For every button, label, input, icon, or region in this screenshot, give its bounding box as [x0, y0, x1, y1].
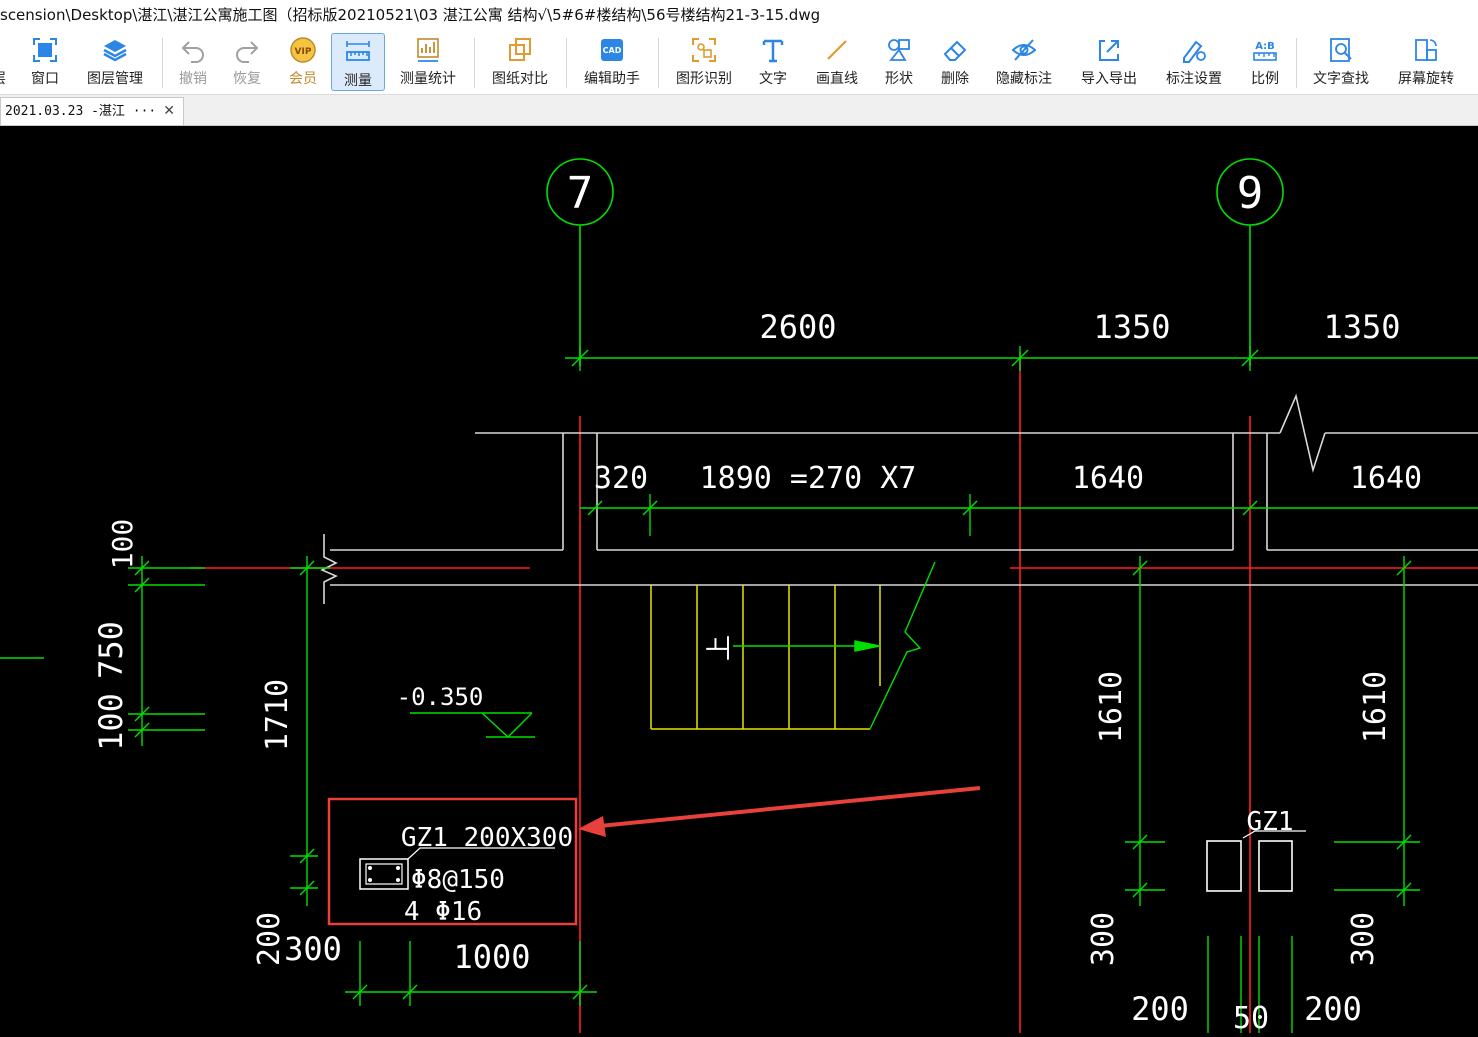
window-title: scension\Desktop\湛江\湛江公寓施工图（招标版20210521\…: [0, 0, 1478, 30]
column-gz1-tag: GZ1: [1206, 807, 1306, 892]
text-icon: [750, 36, 796, 68]
eraser-icon: [932, 36, 978, 68]
document-tab-bar: 2021.03.23 -湛江 ··· ✕: [0, 95, 1478, 126]
dim-right-1610-a: 1610: [1094, 671, 1129, 743]
svg-text:A:B: A:B: [1255, 41, 1275, 52]
hide-annotation-button[interactable]: 隐藏标注: [990, 32, 1058, 92]
layers-icon: [80, 36, 150, 68]
text-search-button[interactable]: 文字查找: [1306, 32, 1376, 92]
document-tab-label: 2021.03.23 -湛江 ···: [5, 104, 157, 119]
shape-button[interactable]: 形状: [876, 32, 922, 92]
cad-drawing: 7 9 2600 1350 1350 320 1890 =270 X7 1640…: [0, 158, 1478, 1036]
measure-icon: [332, 38, 384, 70]
dim-1890: 1890 =270 X7: [700, 461, 917, 496]
axis-label-9: 9: [1237, 168, 1264, 219]
edit-assistant-button[interactable]: CAD 编辑助手: [576, 32, 648, 92]
column-stirrup-label: Φ8@150: [411, 865, 505, 895]
shapes-icon: [876, 36, 922, 68]
dim-1640-b: 1640: [1350, 461, 1422, 496]
stair-treads: [650, 585, 881, 730]
stair-up-label: 上: [705, 635, 735, 661]
window-icon: [22, 36, 68, 68]
dim-bottom-200-c: 200: [1304, 990, 1362, 1028]
measure-button[interactable]: 测量: [331, 33, 385, 91]
column-callout[interactable]: GZ1 200X300 Φ8@150 4 Φ16: [327, 797, 578, 927]
dim-bottom-200-a: 200: [252, 912, 287, 966]
dim-1640-a: 1640: [1072, 461, 1144, 496]
elevation-label: -0.350: [397, 683, 484, 711]
undo-button[interactable]: 撤销: [170, 32, 216, 92]
vip-button[interactable]: VIP 会员: [280, 32, 326, 92]
stair-break-line: [733, 561, 936, 730]
column-id-label: GZ1 200X300: [401, 823, 573, 853]
annotation-settings-button[interactable]: 标注设置: [1158, 32, 1230, 92]
measure-stats-icon: [392, 36, 464, 68]
callout-arrow: [578, 786, 981, 837]
dim-2600: 2600: [759, 308, 836, 346]
wall-outlines: [320, 393, 1478, 604]
line-icon: [810, 36, 864, 68]
redo-icon: [224, 36, 270, 68]
shape-recognize-button[interactable]: 图形识别: [668, 32, 740, 92]
toolbar-separator: [162, 38, 163, 88]
toolbar-separator: [1296, 38, 1297, 88]
text-search-icon: [1306, 36, 1376, 68]
shape-recognize-icon: [668, 36, 740, 68]
dim-1350-a: 1350: [1093, 308, 1170, 346]
drawing-canvas[interactable]: 7 9 2600 1350 1350 320 1890 =270 X7 1640…: [0, 126, 1478, 1036]
dim-left-750: 750: [92, 621, 130, 679]
dim-bottom-300-c: 300: [1346, 912, 1381, 966]
text-button[interactable]: 文字: [750, 32, 796, 92]
dim-bottom-200-b: 200: [1131, 990, 1189, 1028]
import-export-button[interactable]: 导入导出: [1074, 32, 1144, 92]
dim-left-100-a: 100: [106, 519, 139, 570]
axis-bubble-7: 7: [546, 158, 614, 366]
main-toolbar: 层 窗口 图层管理 撤销 恢复 VIP 会员 测量 测量统计 图纸对比 CAD …: [0, 30, 1478, 95]
dim-1350-b: 1350: [1323, 308, 1400, 346]
toolbar-separator: [658, 38, 659, 88]
dim-bottom-300-a: 300: [284, 930, 342, 968]
dim-bottom-1000: 1000: [453, 938, 530, 976]
second-dimension-line: [580, 494, 1478, 536]
drawing-compare-button[interactable]: 图纸对比: [484, 32, 556, 92]
layer-manager-button[interactable]: 图层管理: [80, 32, 150, 92]
dim-320: 320: [594, 461, 648, 496]
axis-label-7: 7: [567, 168, 594, 219]
close-icon[interactable]: ✕: [163, 98, 175, 125]
measure-stats-button[interactable]: 测量统计: [392, 32, 464, 92]
scale-icon: A:B: [1242, 36, 1288, 68]
redo-button[interactable]: 恢复: [224, 32, 270, 92]
cut-off-icon: [0, 36, 6, 68]
column-gz1-label: GZ1: [1247, 807, 1294, 837]
hide-eye-icon: [990, 36, 1058, 68]
cad-edit-icon: CAD: [576, 36, 648, 68]
rotate-screen-button[interactable]: 屏幕旋转: [1390, 32, 1462, 92]
window-button[interactable]: 窗口: [22, 32, 68, 92]
dim-left-100-b: 100: [92, 693, 130, 751]
axis-bubble-9: 9: [1216, 158, 1284, 366]
elevation-marker: -0.350: [397, 683, 535, 738]
toolbar-cut-off-button[interactable]: 层: [0, 32, 6, 92]
delete-button[interactable]: 删除: [932, 32, 978, 92]
dim-right-1610-b: 1610: [1358, 671, 1393, 743]
grid-lines: [190, 352, 1478, 1033]
column-rebar-label: 4 Φ16: [404, 897, 482, 927]
dim-left-1710: 1710: [260, 679, 295, 751]
rotate-screen-icon: [1390, 36, 1462, 68]
undo-icon: [170, 36, 216, 68]
document-tab[interactable]: 2021.03.23 -湛江 ··· ✕: [0, 97, 184, 125]
import-export-icon: [1074, 36, 1144, 68]
draw-line-button[interactable]: 画直线: [810, 32, 864, 92]
svg-text:VIP: VIP: [295, 47, 312, 57]
vip-icon: VIP: [280, 36, 326, 68]
annotation-settings-icon: [1158, 36, 1230, 68]
top-dimension-line: [565, 346, 1478, 371]
svg-text:CAD: CAD: [603, 46, 622, 55]
dim-bottom-50: 50: [1233, 1001, 1269, 1033]
toolbar-separator: [474, 38, 475, 88]
scale-button[interactable]: A:B 比例: [1242, 32, 1288, 92]
toolbar-separator: [566, 38, 567, 88]
compare-icon: [484, 36, 556, 68]
dim-bottom-300-b: 300: [1086, 912, 1121, 966]
